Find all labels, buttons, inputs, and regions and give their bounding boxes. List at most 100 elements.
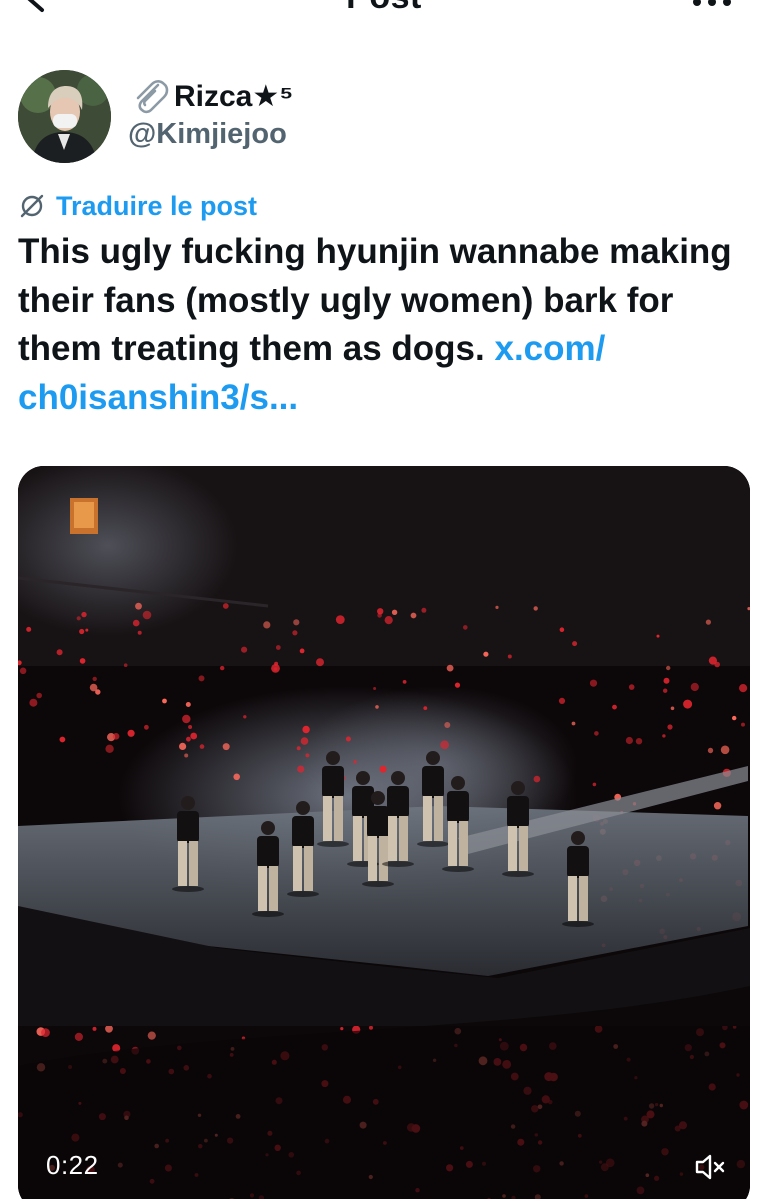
lightstick-glow xyxy=(292,630,298,636)
page-title: Post xyxy=(0,0,768,17)
lightstick-glow xyxy=(74,1032,83,1041)
lightstick-glow xyxy=(663,688,668,693)
lightstick-glow xyxy=(571,721,576,726)
lightstick-glow xyxy=(186,736,191,742)
lightstick-glow xyxy=(79,628,85,635)
lightstick-glow xyxy=(340,1027,344,1031)
lightstick-glow xyxy=(628,684,635,690)
more-horizontal-icon[interactable] xyxy=(690,0,734,12)
lightstick-glow xyxy=(533,606,538,611)
lightstick-glow xyxy=(76,616,81,621)
lightstick-glow xyxy=(243,715,247,719)
lightstick-glow xyxy=(36,692,42,699)
author-name-row[interactable]: Rizca★⁵ xyxy=(128,74,293,118)
post-page: Post Rizca★⁵ @Kimjiejoo xyxy=(0,0,768,1199)
lightstick-glow xyxy=(188,725,193,729)
lightstick-glow xyxy=(41,1028,50,1037)
lightstick-glow xyxy=(594,731,599,736)
lightstick-glow xyxy=(589,679,598,687)
lightstick-glow xyxy=(222,743,230,751)
lightstick-glow xyxy=(105,1024,113,1033)
lightstick-glow xyxy=(666,665,671,671)
lightstick-glow xyxy=(384,616,393,625)
lightstick-glow xyxy=(112,733,120,740)
lightstick-glow xyxy=(612,704,617,710)
lightstick-glow xyxy=(79,658,86,664)
lightstick-glow xyxy=(667,724,673,730)
lightstick-glow xyxy=(26,626,32,632)
lightstick-glow xyxy=(81,611,87,618)
translate-post-link[interactable]: Traduire le post xyxy=(18,188,257,224)
lightstick-glow xyxy=(495,605,499,609)
lightstick-glow xyxy=(572,641,578,647)
lightstick-glow xyxy=(335,615,345,624)
lightstick-glow xyxy=(271,664,280,673)
lightstick-glow xyxy=(708,656,718,665)
lightstick-glow xyxy=(423,706,428,710)
lightstick-glow xyxy=(297,765,305,773)
lightstick-glow xyxy=(316,658,324,667)
lightstick-glow xyxy=(89,683,98,692)
lightstick-glow xyxy=(92,1026,97,1031)
lightstick-glow xyxy=(375,705,379,709)
video-player[interactable]: 0:22 xyxy=(18,466,750,1199)
concert-video-frame xyxy=(18,466,750,1199)
lightstick-glow xyxy=(302,725,310,734)
lightstick-glow xyxy=(463,625,468,630)
post-body: This ugly fucking hyunjin wannabe making… xyxy=(18,232,732,368)
lightstick-glow xyxy=(739,684,748,693)
lightstick-glow xyxy=(421,607,427,613)
speaker-muted-icon[interactable] xyxy=(693,1150,727,1184)
lightstick-glow xyxy=(135,602,142,610)
lightstick-glow xyxy=(353,760,357,764)
lightstick-glow xyxy=(483,651,489,657)
lightstick-glow xyxy=(683,699,693,709)
lightstick-glow xyxy=(299,648,305,654)
lightstick-glow xyxy=(190,732,198,740)
lightstick-glow xyxy=(635,738,643,745)
lightstick-glow xyxy=(300,737,309,745)
lightstick-glow xyxy=(19,667,27,675)
translate-icon xyxy=(20,194,44,218)
lightstick-glow xyxy=(56,649,63,656)
lightstick-glow xyxy=(741,722,745,727)
author-handle[interactable]: @Kimjiejoo xyxy=(128,118,287,151)
lightstick-glow xyxy=(373,687,377,690)
lightstick-glow xyxy=(144,724,149,730)
lightstick-glow xyxy=(293,619,300,626)
lightstick-glow xyxy=(162,698,167,704)
lightstick-glow xyxy=(379,765,387,773)
lightstick-glow xyxy=(507,654,512,659)
lightstick-glow xyxy=(198,675,205,682)
avatar[interactable] xyxy=(18,70,111,163)
lightstick-glow xyxy=(713,802,722,810)
lightstick-glow xyxy=(670,706,675,711)
lightstick-glow xyxy=(559,627,565,632)
display-name: Rizca★⁵ xyxy=(174,79,294,113)
lightstick-glow xyxy=(132,619,140,627)
lightstick-glow xyxy=(199,744,205,749)
lightstick-glow xyxy=(444,722,451,728)
lightstick-glow xyxy=(142,610,152,620)
lightstick-glow xyxy=(263,621,271,629)
lightstick-glow xyxy=(732,715,737,721)
lightstick-glow xyxy=(369,1025,373,1030)
lightstick-glow xyxy=(345,736,351,742)
lightstick-glow xyxy=(305,753,310,758)
lightstick-glow xyxy=(402,680,407,684)
lightstick-glow xyxy=(59,736,66,743)
lightstick-glow xyxy=(707,747,714,754)
post-text: This ugly fucking hyunjin wannabe making… xyxy=(18,228,753,422)
lightstick-glow xyxy=(241,646,248,653)
lightstick-glow xyxy=(440,740,449,750)
translate-label: Traduire le post xyxy=(56,190,258,221)
lightstick-glow xyxy=(592,782,597,787)
lightstick-glow xyxy=(179,742,187,750)
lightstick-glow xyxy=(663,677,670,684)
video-timestamp: 0:22 xyxy=(46,1150,99,1180)
lightstick-glow xyxy=(92,676,97,682)
lightstick-glow xyxy=(533,775,541,783)
lightstick-glow xyxy=(377,608,384,615)
lightstick-glow xyxy=(147,1031,156,1040)
lightstick-glow xyxy=(454,682,461,688)
